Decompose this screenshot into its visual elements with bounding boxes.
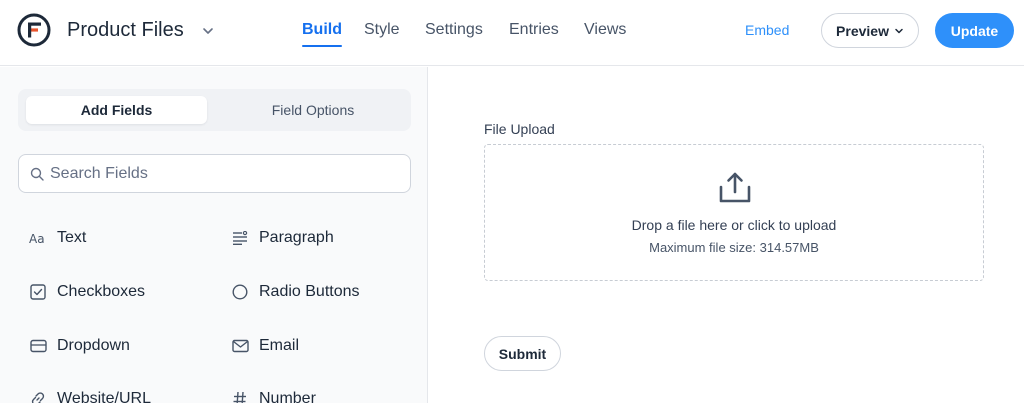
nav-active-underline: [302, 45, 342, 47]
upload-icon: [719, 172, 751, 203]
field-item-dropdown[interactable]: Dropdown: [29, 334, 130, 358]
field-item-email[interactable]: Email: [231, 334, 299, 358]
top-header: Product Files Build Style Settings Entri…: [0, 0, 1024, 66]
tab-add-fields[interactable]: Add Fields: [26, 96, 207, 124]
nav-views[interactable]: Views: [584, 21, 626, 39]
field-item-number[interactable]: Number: [231, 387, 316, 403]
hash-icon: [231, 390, 249, 403]
search-fields-input[interactable]: [50, 155, 400, 192]
chevron-down-icon: [895, 28, 903, 33]
nav-build[interactable]: Build: [302, 21, 342, 39]
field-item-label: Email: [259, 337, 300, 354]
nav-entries[interactable]: Entries: [509, 21, 559, 39]
tab-field-options[interactable]: Field Options: [218, 96, 408, 124]
drop-file-text: Drop a file here or click to upload: [631, 217, 837, 233]
nav-style[interactable]: Style: [364, 21, 400, 39]
file-upload-dropzone[interactable]: Drop a file here or click to upload Maxi…: [484, 144, 984, 281]
field-item-website-url[interactable]: Website/URL: [29, 387, 151, 403]
formidable-logo-icon[interactable]: [17, 13, 51, 47]
sidebar-tabs: Add Fields Field Options: [18, 89, 411, 131]
search-field-wrapper: [18, 154, 411, 193]
preview-button[interactable]: Preview: [821, 13, 919, 48]
field-item-checkboxes[interactable]: Checkboxes: [29, 280, 145, 304]
embed-link[interactable]: Embed: [745, 22, 789, 38]
max-file-size-text: Maximum file size: 314.57MB: [649, 240, 819, 255]
field-item-label: Dropdown: [57, 337, 130, 354]
link-icon: [29, 390, 47, 403]
field-item-label: Radio Buttons: [259, 283, 360, 300]
field-item-label: Website/URL: [57, 390, 151, 403]
field-item-text[interactable]: Aa Text: [29, 226, 86, 250]
paragraph-icon: [231, 229, 249, 247]
form-title: Product Files: [67, 19, 184, 41]
search-icon: [30, 167, 44, 181]
field-item-label: Text: [57, 229, 87, 246]
field-item-radio-buttons[interactable]: Radio Buttons: [231, 280, 360, 304]
form-canvas: File Upload Drop a file here or click to…: [429, 67, 1024, 403]
field-item-paragraph[interactable]: Paragraph: [231, 226, 334, 250]
checkbox-icon: [29, 283, 47, 301]
nav-settings[interactable]: Settings: [425, 21, 483, 39]
text-aa-icon: Aa: [29, 229, 47, 247]
update-button[interactable]: Update: [935, 13, 1014, 48]
fields-sidebar: Add Fields Field Options Aa Text P: [0, 67, 428, 403]
preview-button-label: Preview: [836, 22, 889, 39]
submit-button[interactable]: Submit: [484, 336, 561, 371]
field-item-label: Checkboxes: [57, 283, 146, 300]
chevron-down-icon[interactable]: [201, 24, 215, 38]
dropdown-icon: [29, 337, 47, 355]
email-icon: [231, 337, 249, 355]
svg-text:Aa: Aa: [29, 232, 45, 245]
field-item-label: Paragraph: [259, 229, 334, 246]
field-item-label: Number: [259, 390, 316, 403]
file-upload-label: File Upload: [484, 121, 555, 137]
radio-icon: [231, 283, 249, 301]
